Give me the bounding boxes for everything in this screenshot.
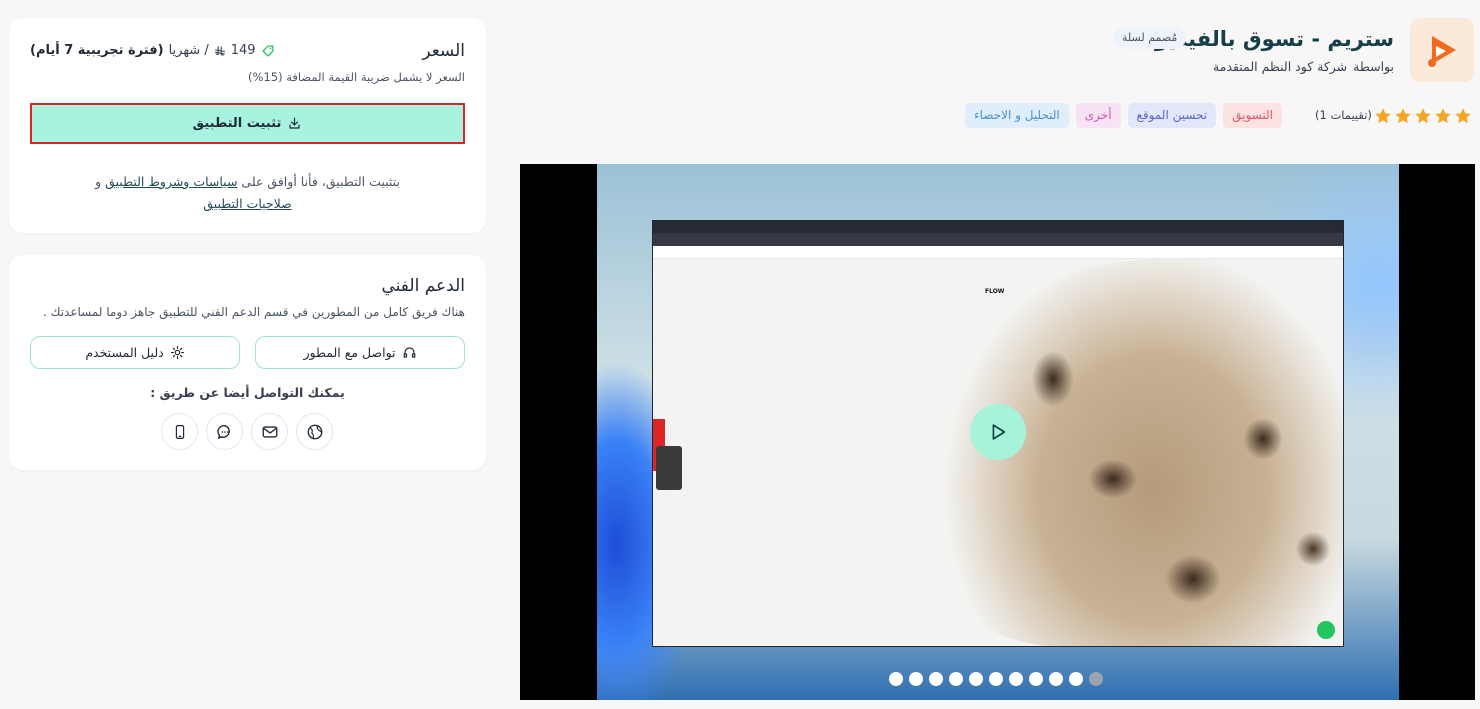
- price-card: السعر 149 / شهريا (فترة تجريبية 7 أيام) …: [9, 18, 486, 233]
- rating-stars: [1374, 107, 1472, 125]
- install-label: تثبيت التطبيق: [192, 116, 282, 131]
- app-video-player[interactable]: FLOW: [520, 164, 1475, 700]
- price-period: / شهريا: [168, 43, 209, 58]
- user-guide-label: دليل المستخدم: [85, 345, 164, 360]
- terms-and: و: [95, 174, 102, 189]
- screen-url-bar: [653, 233, 1343, 246]
- developer-line: بواسطة شركة كود النظم المتقدمة: [1213, 59, 1394, 74]
- email-contact-button[interactable]: [251, 413, 288, 450]
- price-amount: 149: [230, 43, 256, 58]
- terms-prefix: بتثبيت التطبيق، فأنا أوافق على: [241, 174, 400, 189]
- vat-note: السعر لا يشمل ضريبة القيمة المضافة (15%): [248, 70, 465, 84]
- support-card: الدعم الفني هناك فريق كامل من المطورين ف…: [9, 255, 486, 470]
- star-icon: [1415, 108, 1431, 124]
- star-icon: [1455, 108, 1471, 124]
- screen-announcement-bar: [653, 246, 1343, 259]
- app-logo: [1410, 18, 1474, 82]
- contact-developer-button[interactable]: تواصل مع المطور: [255, 336, 465, 369]
- price-tag-icon: [262, 44, 274, 57]
- slide-dot[interactable]: [1089, 672, 1103, 686]
- chat-bubble-icon: [216, 424, 230, 439]
- salla-badge: مُصمم لسلة: [1113, 27, 1187, 49]
- slide-dot[interactable]: [1049, 672, 1063, 686]
- permissions-link[interactable]: صلاحيات التطبيق: [203, 196, 291, 211]
- terms-link[interactable]: سياسات وشروط التطبيق: [105, 174, 237, 189]
- by-label: بواسطة: [1353, 59, 1394, 74]
- install-app-button[interactable]: تثبيت التطبيق: [30, 103, 465, 144]
- globe-icon: [307, 424, 322, 439]
- play-button[interactable]: [970, 404, 1026, 460]
- support-description: هناك فريق كامل من المطورين في قسم الدعم …: [42, 305, 465, 319]
- website-contact-button[interactable]: [296, 413, 333, 450]
- star-icon: [1375, 108, 1391, 124]
- user-guide-button[interactable]: دليل المستخدم: [30, 336, 240, 369]
- price-title: السعر: [422, 41, 465, 61]
- tag-site-optimization[interactable]: تحسين الموقع: [1127, 103, 1217, 128]
- contact-channels: [161, 413, 333, 450]
- trial-period: (فترة تجريبية 7 أيام): [30, 43, 164, 58]
- app-details-page: ستريم - تسوق بالفيديو مُصمم لسلة بواسطة …: [0, 0, 1480, 709]
- price-value: 149 / شهريا (فترة تجريبية 7 أيام): [30, 43, 275, 58]
- phone-contact-button[interactable]: [161, 413, 198, 450]
- slide-dots: [889, 672, 1103, 686]
- slide-dot[interactable]: [989, 672, 1003, 686]
- slide-dot[interactable]: [929, 672, 943, 686]
- slide-dot[interactable]: [949, 672, 963, 686]
- chat-contact-button[interactable]: [206, 413, 243, 450]
- app-title: ستريم - تسوق بالفيديو: [1154, 27, 1394, 51]
- star-icon: [1395, 108, 1411, 124]
- tag-marketing[interactable]: التسويق: [1223, 103, 1283, 128]
- screen-brand-text: FLOW: [985, 288, 1005, 295]
- install-terms: بتثبيت التطبيق، فأنا أوافق على سياسات وش…: [49, 171, 446, 215]
- headset-icon: [403, 347, 415, 358]
- slide-dot[interactable]: [1029, 672, 1043, 686]
- category-tags: التسويق تحسين الموقع أخرى التحليل و الاح…: [965, 103, 1283, 128]
- slide-dot[interactable]: [1069, 672, 1083, 686]
- tag-other[interactable]: أخرى: [1075, 103, 1121, 128]
- envelope-icon: [262, 425, 277, 438]
- tag-analytics[interactable]: التحليل و الاحصاء: [965, 103, 1069, 128]
- slide-dot[interactable]: [969, 672, 983, 686]
- download-icon: [289, 117, 300, 129]
- contact-developer-label: تواصل مع المطور: [303, 345, 396, 360]
- support-title: الدعم الفني: [381, 276, 466, 296]
- slide-dot[interactable]: [1009, 672, 1023, 686]
- developer-name[interactable]: شركة كود النظم المتقدمة: [1213, 59, 1347, 74]
- slide-dot[interactable]: [889, 672, 903, 686]
- slide-dot[interactable]: [909, 672, 923, 686]
- leopard-fur-image: [893, 259, 1343, 646]
- whatsapp-icon: [1317, 621, 1335, 639]
- gear-icon: [170, 345, 184, 360]
- play-logo-icon: [1428, 36, 1456, 67]
- contact-also-label: يمكنك التواصل أيضا عن طريق :: [150, 385, 345, 400]
- riyal-currency-icon: [214, 45, 225, 56]
- rating-count: (1 تقييمات): [1315, 108, 1372, 122]
- play-icon: [992, 424, 1006, 440]
- star-icon: [1435, 108, 1451, 124]
- mobile-phone-icon: [175, 424, 184, 439]
- screen-mini-video: [656, 446, 682, 490]
- screen-browser-tabs: [653, 221, 1343, 233]
